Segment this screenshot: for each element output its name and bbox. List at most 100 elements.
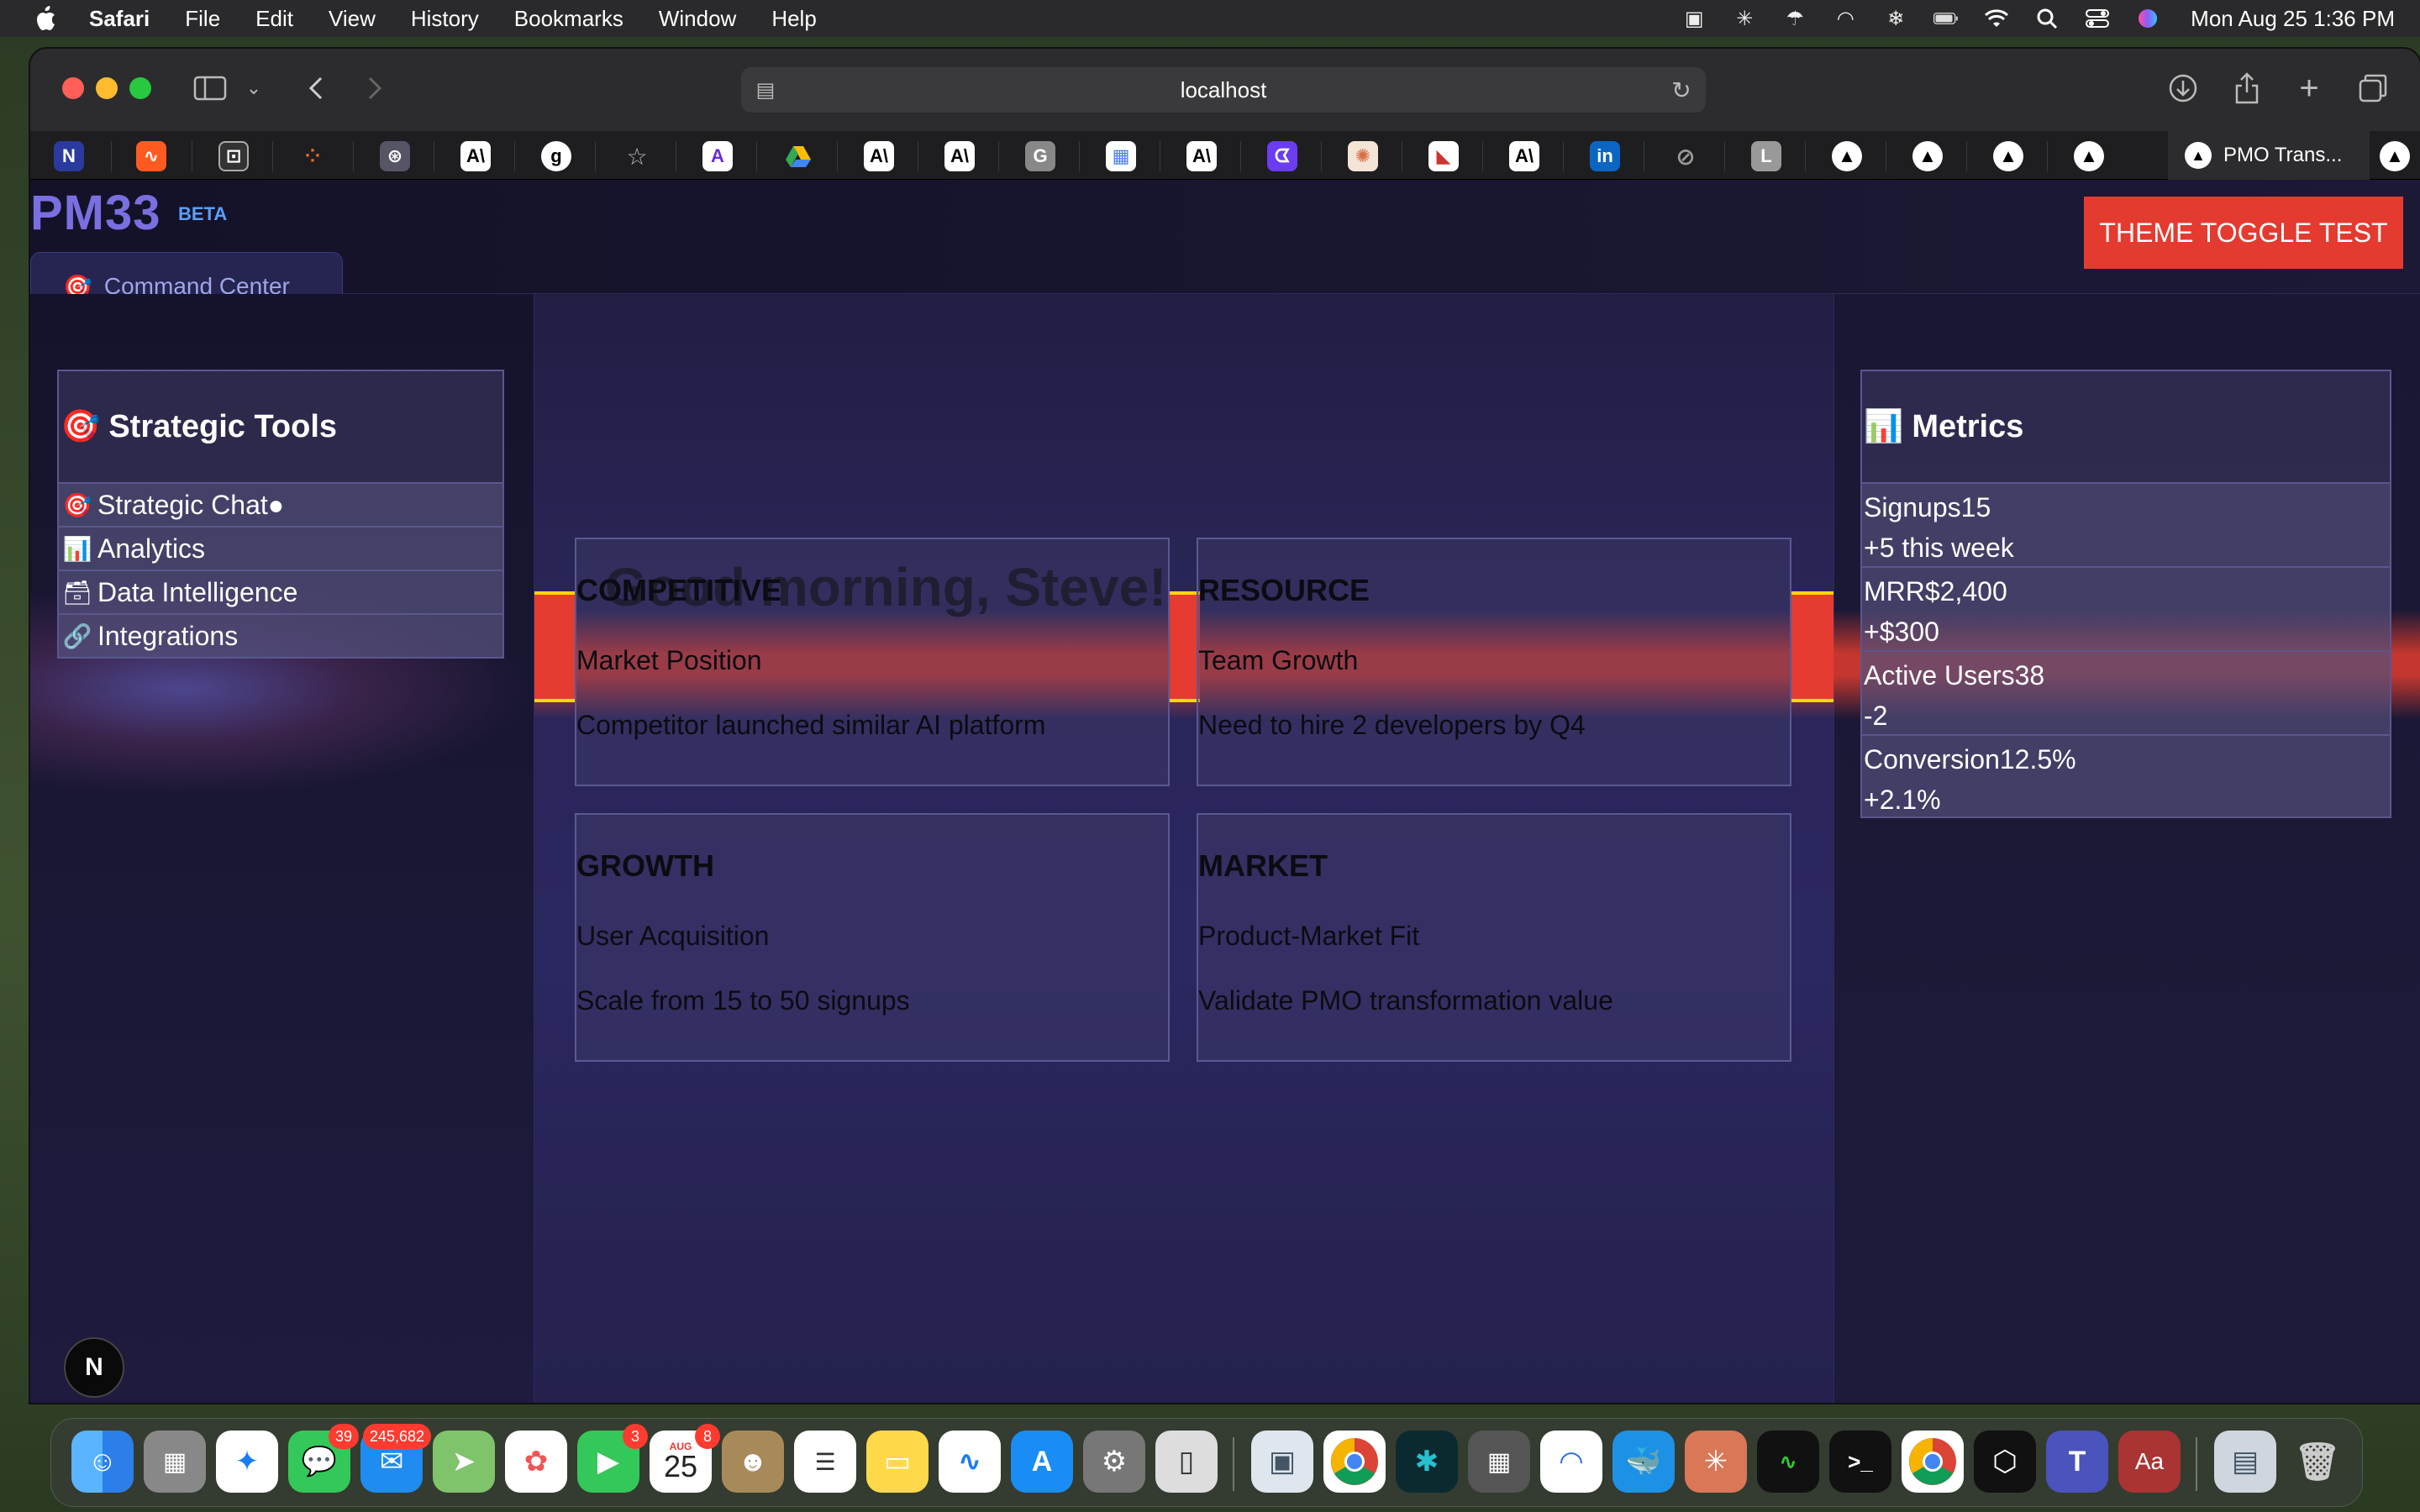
tab-favicon-icon[interactable]	[783, 141, 813, 171]
safari-icon[interactable]: ✦	[216, 1431, 278, 1493]
tab-favicon-icon[interactable]: g	[541, 141, 571, 171]
tab-favicon-icon[interactable]: A\	[864, 141, 894, 171]
claude-status-icon[interactable]: ✳	[1732, 8, 1757, 30]
wifi-icon[interactable]	[1984, 8, 2009, 29]
teams-status-icon[interactable]: ▣	[1681, 8, 1707, 30]
activity-monitor-icon[interactable]: ∿	[1757, 1431, 1819, 1493]
strategy-card[interactable]: COMPETITIVE Market Position Competitor l…	[575, 538, 1170, 786]
tab-favicon-icon[interactable]: A\	[1509, 141, 1539, 171]
app-logo[interactable]: PM33	[30, 185, 161, 241]
page-settings-icon[interactable]: ▤	[753, 77, 778, 102]
wallet-status-icon[interactable]: ☂	[1782, 8, 1807, 30]
menu-view[interactable]: View	[329, 6, 376, 32]
close-window-button[interactable]	[62, 77, 84, 99]
share-icon[interactable]	[2228, 71, 2265, 106]
preview-icon[interactable]: ▣	[1251, 1431, 1313, 1493]
strategy-card[interactable]: RESOURCE Team Growth Need to hire 2 deve…	[1197, 538, 1791, 786]
new-tab-icon[interactable]: +	[2291, 70, 2328, 107]
chrome-icon[interactable]	[1323, 1431, 1386, 1493]
tab-favicon-icon[interactable]: ▦	[1106, 141, 1136, 171]
strategy-card[interactable]: GROWTH User Acquisition Scale from 15 to…	[575, 813, 1170, 1062]
tab-favicon-icon[interactable]: ▲	[1832, 141, 1862, 171]
downloads-icon[interactable]	[2165, 71, 2202, 106]
tool-integrations[interactable]: 🔗 Integrations	[59, 613, 502, 657]
tab-overview-icon[interactable]	[2354, 71, 2391, 106]
trash-icon[interactable]: 🗑	[2286, 1431, 2349, 1493]
reminders-icon[interactable]: ☰	[794, 1431, 856, 1493]
chrome-canary-icon[interactable]	[1902, 1431, 1964, 1493]
app-store-icon[interactable]: A	[1011, 1431, 1073, 1493]
tool-strategic-chat[interactable]: 🎯 Strategic Chat●	[59, 482, 502, 526]
minimize-window-button[interactable]	[96, 77, 118, 99]
menu-help[interactable]: Help	[771, 6, 816, 32]
tab-favicon-icon[interactable]: A\	[944, 141, 975, 171]
tool-data-intelligence[interactable]: 🗃 Data Intelligence	[59, 570, 502, 613]
facetime-icon[interactable]: ▶ 3	[577, 1424, 648, 1493]
tab-favicon-icon[interactable]: ⁘	[297, 141, 328, 171]
photos-icon[interactable]: ✿	[505, 1431, 567, 1493]
nextjs-dev-indicator[interactable]: N	[64, 1337, 124, 1398]
freeform-icon[interactable]: ∿	[939, 1431, 1001, 1493]
address-bar[interactable]: ▤ localhost ↻	[741, 67, 1706, 113]
sidebar-toggle-icon[interactable]	[192, 71, 229, 106]
iphone-mirroring-icon[interactable]: ▯	[1155, 1431, 1218, 1493]
address-text[interactable]: localhost	[1181, 77, 1267, 103]
forward-button[interactable]	[358, 71, 392, 106]
perplexity-status-icon[interactable]: ❄	[1883, 8, 1908, 30]
tab-favicon-icon[interactable]: L	[1751, 141, 1781, 171]
command-center-tab[interactable]: 🎯 Command Center	[30, 252, 343, 299]
tab-favicon-icon[interactable]: ▲	[2074, 141, 2104, 171]
notes-icon[interactable]: ▭	[866, 1431, 929, 1493]
teams-icon[interactable]: T	[2046, 1431, 2108, 1493]
cursor-icon[interactable]: ⬡	[1974, 1431, 2036, 1493]
tab-favicon-icon[interactable]: ☆	[622, 141, 652, 171]
menu-bookmarks[interactable]: Bookmarks	[514, 6, 623, 32]
arc-status-icon[interactable]: ◠	[1833, 8, 1858, 30]
menu-history[interactable]: History	[411, 6, 479, 32]
claude-icon[interactable]: ✳	[1685, 1431, 1747, 1493]
documents-folder-icon[interactable]: ▤	[2214, 1431, 2276, 1493]
apple-menu-icon[interactable]	[34, 6, 59, 31]
terminal-icon[interactable]: >_	[1829, 1431, 1891, 1493]
tab-favicon-icon[interactable]: G	[1025, 141, 1055, 171]
zoom-window-button[interactable]	[129, 77, 151, 99]
finder-icon[interactable]: ☺	[71, 1431, 134, 1493]
launchpad-icon[interactable]: ▦	[144, 1431, 206, 1493]
tab-favicon-icon[interactable]: A\	[460, 141, 491, 171]
control-center-icon[interactable]	[2085, 8, 2110, 29]
dictionary-icon[interactable]: Aa	[2118, 1431, 2181, 1493]
docker-icon[interactable]: 🐳	[1612, 1431, 1675, 1493]
tab-favicon-icon[interactable]: ◣	[1428, 141, 1459, 171]
tool-analytics[interactable]: 📊 Analytics	[59, 526, 502, 570]
tab-favicon-icon[interactable]: ⊛	[380, 141, 410, 171]
menu-file[interactable]: File	[185, 6, 220, 32]
contacts-icon[interactable]: ☻	[722, 1431, 784, 1493]
mail-icon[interactable]: ✉ 245,682	[360, 1424, 431, 1493]
tab-favicon-icon[interactable]: ▲	[1912, 141, 1943, 171]
search-icon[interactable]	[2034, 8, 2060, 29]
siri-icon[interactable]	[2135, 8, 2160, 29]
tab-favicon-icon[interactable]: in	[1590, 141, 1620, 171]
tab-favicon-icon[interactable]: ▲	[2380, 141, 2410, 171]
tab-favicon-icon[interactable]: ⊡	[218, 141, 249, 171]
calculator-icon[interactable]: ▦	[1468, 1431, 1530, 1493]
perplexity-icon[interactable]: ✱	[1396, 1431, 1458, 1493]
system-settings-icon[interactable]: ⚙	[1083, 1431, 1145, 1493]
tab-favicon-icon[interactable]: ∿	[136, 141, 166, 171]
tab-favicon-icon[interactable]: ᗧ	[1267, 141, 1297, 171]
calendar-icon[interactable]: AUG 25 8	[650, 1424, 720, 1493]
battery-icon[interactable]	[1933, 8, 1959, 29]
menu-clock[interactable]: Mon Aug 25 1:36 PM	[2191, 6, 2395, 32]
arc-icon[interactable]: ◠	[1540, 1431, 1602, 1493]
menu-edit[interactable]: Edit	[255, 6, 293, 32]
tab-favicon-icon[interactable]: ▲	[1993, 141, 2023, 171]
menu-app-name[interactable]: Safari	[89, 6, 150, 32]
back-button[interactable]	[299, 71, 333, 106]
tab-favicon-icon[interactable]: A	[702, 141, 733, 171]
menu-window[interactable]: Window	[659, 6, 736, 32]
chevron-down-icon[interactable]: ⌄	[244, 71, 264, 106]
tab-favicon-icon[interactable]: ⊘	[1670, 141, 1701, 171]
reload-icon[interactable]: ↻	[1669, 77, 1694, 103]
theme-toggle-button[interactable]: THEME TOGGLE TEST	[2084, 197, 2403, 269]
maps-icon[interactable]: ➤	[433, 1431, 495, 1493]
